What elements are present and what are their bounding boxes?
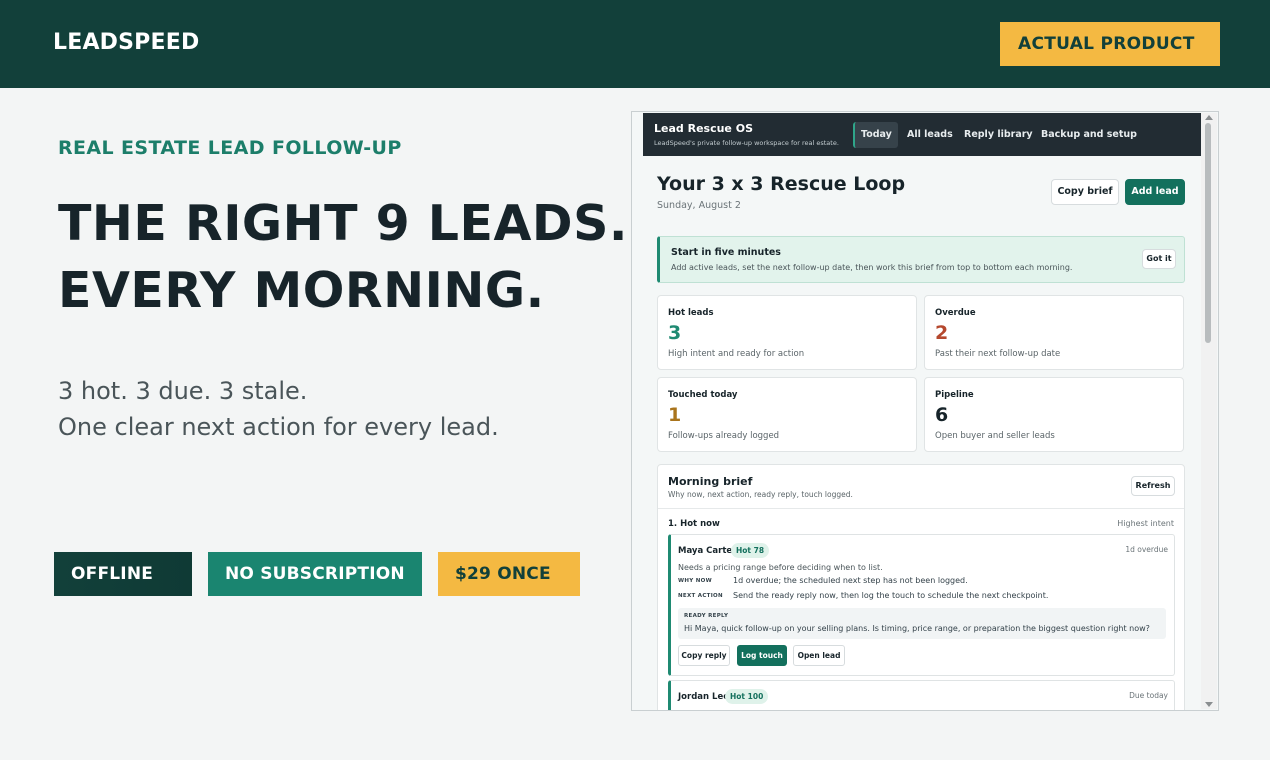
price-pill: $29 ONCE: [438, 552, 580, 596]
next-action-text: Send the ready reply now, then log the t…: [733, 591, 1049, 600]
why-now-text: 1d overdue; the scheduled next step has …: [733, 576, 968, 585]
stat-card-hot-leads: Hot leads 3 High intent and ready for ac…: [657, 295, 917, 370]
lead-status: 1d overdue: [1125, 545, 1168, 554]
lead-score-badge: Hot 78: [731, 543, 770, 558]
morning-brief-panel: Morning brief Why now, next action, read…: [657, 464, 1185, 710]
copy-brief-button[interactable]: Copy brief: [1051, 179, 1119, 205]
tab-backup-and-setup[interactable]: Backup and setup: [1035, 122, 1143, 148]
tab-today[interactable]: Today: [853, 122, 898, 148]
app-header: Lead Rescue OS LeadSpeed's private follo…: [643, 113, 1201, 156]
stat-card-touched-today: Touched today 1 Follow-ups already logge…: [657, 377, 917, 452]
brand-logo: LEADSPEED: [53, 30, 200, 55]
stat-description: High intent and ready for action: [668, 349, 805, 359]
lead-name: Maya Carter: [678, 546, 737, 556]
page-title: Your 3 x 3 Rescue Loop: [657, 173, 906, 195]
stat-label: Touched today: [668, 390, 738, 400]
stat-value: 6: [935, 404, 949, 426]
subheadline-line-1: 3 hot. 3 due. 3 stale.: [58, 377, 308, 405]
headline-line-2: EVERY MORNING.: [58, 262, 545, 319]
brief-title: Morning brief: [668, 475, 753, 488]
section-title: 1. Hot now: [668, 519, 720, 529]
stat-label: Hot leads: [668, 308, 714, 318]
log-touch-button[interactable]: Log touch: [737, 645, 787, 666]
onboarding-notice: Start in five minutes Add active leads, …: [657, 236, 1185, 283]
lead-card[interactable]: Jordan Lee Hot 100 Due today: [668, 680, 1175, 710]
stat-value: 1: [668, 404, 682, 426]
hero-headline: THE RIGHT 9 LEADS. EVERY MORNING.: [58, 190, 628, 324]
app-title: Lead Rescue OS: [654, 122, 753, 135]
lead-status: Due today: [1129, 691, 1168, 700]
stat-value: 3: [668, 322, 682, 344]
lead-summary: Needs a pricing range before deciding wh…: [678, 563, 883, 572]
stat-label: Pipeline: [935, 390, 974, 400]
refresh-button[interactable]: Refresh: [1131, 476, 1175, 496]
ready-reply-text: Hi Maya, quick follow-up on your selling…: [684, 624, 1150, 633]
app-subtitle: LeadSpeed's private follow-up workspace …: [654, 139, 839, 147]
top-banner: LEADSPEED ACTUAL PRODUCT: [0, 0, 1270, 88]
stat-label: Overdue: [935, 308, 976, 318]
scrollbar[interactable]: [1201, 113, 1217, 709]
brief-subtitle: Why now, next action, ready reply, touch…: [668, 490, 853, 499]
lead-score-badge: Hot 100: [725, 689, 769, 704]
stat-value: 2: [935, 322, 949, 344]
lead-name: Jordan Lee: [678, 692, 729, 702]
scroll-down-icon[interactable]: [1205, 702, 1213, 707]
notice-text: Add active leads, set the next follow-up…: [671, 263, 1073, 272]
hero-eyebrow: REAL ESTATE LEAD FOLLOW-UP: [58, 137, 402, 159]
ready-reply-box: READY REPLY Hi Maya, quick follow-up on …: [678, 608, 1166, 639]
actual-product-badge: ACTUAL PRODUCT: [1000, 22, 1220, 66]
divider: [658, 508, 1184, 509]
stat-card-overdue: Overdue 2 Past their next follow-up date: [924, 295, 1184, 370]
section-tag: Highest intent: [1117, 519, 1174, 528]
got-it-button[interactable]: Got it: [1142, 249, 1176, 269]
offline-pill: OFFLINE: [54, 552, 192, 596]
why-now-label: WHY NOW: [678, 578, 713, 584]
stat-description: Follow-ups already logged: [668, 431, 780, 441]
page-date: Sunday, August 2: [657, 200, 741, 211]
stat-description: Past their next follow-up date: [935, 349, 1061, 359]
scrollbar-thumb[interactable]: [1205, 123, 1211, 343]
subheadline-line-2: One clear next action for every lead.: [58, 413, 499, 441]
notice-title: Start in five minutes: [671, 247, 781, 258]
stat-description: Open buyer and seller leads: [935, 431, 1055, 441]
open-lead-button[interactable]: Open lead: [793, 645, 845, 666]
tab-all-leads[interactable]: All leads: [901, 122, 959, 148]
add-lead-button[interactable]: Add lead: [1125, 179, 1185, 205]
tab-reply-library[interactable]: Reply library: [958, 122, 1039, 148]
hero-subheadline: 3 hot. 3 due. 3 stale. One clear next ac…: [58, 373, 499, 445]
ready-reply-label: READY REPLY: [684, 613, 729, 619]
stat-card-pipeline: Pipeline 6 Open buyer and seller leads: [924, 377, 1184, 452]
lead-card[interactable]: Maya Carter Hot 78 1d overdue Needs a pr…: [668, 534, 1175, 676]
no-subscription-pill: NO SUBSCRIPTION: [208, 552, 422, 596]
scroll-up-icon[interactable]: [1205, 115, 1213, 120]
next-action-label: NEXT ACTION: [678, 593, 723, 599]
headline-line-1: THE RIGHT 9 LEADS.: [58, 195, 628, 252]
copy-reply-button[interactable]: Copy reply: [678, 645, 730, 666]
product-screenshot: Lead Rescue OS LeadSpeed's private follo…: [631, 111, 1219, 711]
